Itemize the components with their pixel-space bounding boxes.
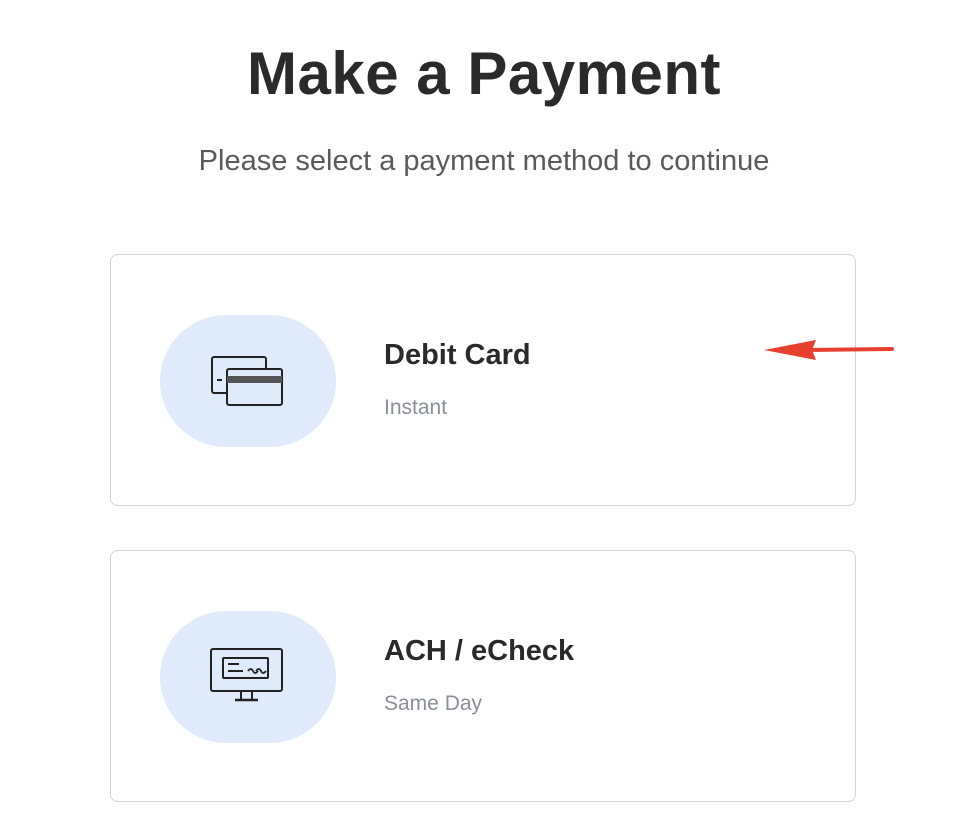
method-name: Debit Card	[384, 339, 531, 371]
debit-card-icon-background	[160, 315, 336, 447]
credit-cards-icon	[211, 356, 283, 406]
monitor-check-icon	[210, 648, 283, 702]
method-speed: Instant	[384, 396, 448, 419]
payment-method-debit-card[interactable]: Debit Card Instant	[110, 254, 856, 506]
method-speed: Same Day	[384, 692, 483, 715]
ach-icon-background	[160, 611, 336, 743]
left-arrow-icon	[764, 340, 894, 360]
page-subtitle: Please select a payment method to contin…	[198, 145, 770, 177]
method-name: ACH / eCheck	[384, 635, 575, 667]
page-title: Make a Payment	[247, 40, 721, 107]
payment-method-ach-echeck[interactable]: ACH / eCheck Same Day	[110, 550, 856, 802]
